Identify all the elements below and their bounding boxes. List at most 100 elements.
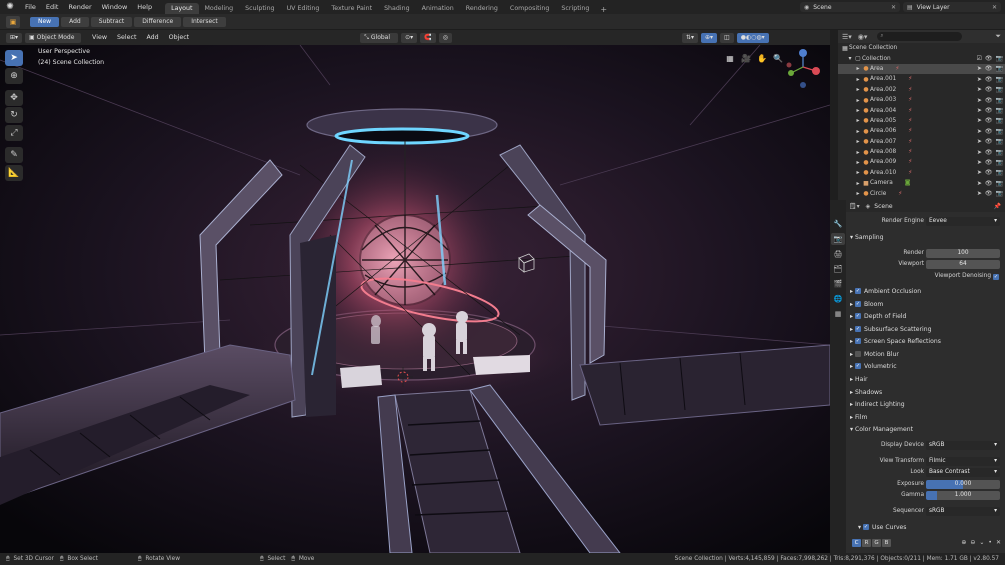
view-layer-tab-icon[interactable]: 🗂 xyxy=(831,263,845,275)
editor-type-icon[interactable]: 🗒▾ xyxy=(849,203,860,210)
camera-icon[interactable]: 📷 xyxy=(996,128,1003,135)
mode-add-button[interactable]: Add xyxy=(61,16,89,27)
camera-icon[interactable]: 📷 xyxy=(996,180,1003,187)
outliner-item[interactable]: ▸ ● Area ⚡ ➤ 👁 📷 xyxy=(838,63,1005,75)
color-management-header[interactable]: ▾ Color Management xyxy=(850,426,913,433)
effect-panel-header[interactable]: ▸ ✓ Screen Space Reflections xyxy=(850,338,941,345)
sampling-panel-header[interactable]: ▾ Sampling xyxy=(850,234,884,241)
collapsed-panel-header[interactable]: ▸ Indirect Lighting xyxy=(850,401,905,408)
tab-texture-paint[interactable]: Texture Paint xyxy=(325,3,378,14)
tool-tab-icon[interactable]: 🔧 xyxy=(831,218,845,230)
outliner-item[interactable]: ▸ ● Area.007 ⚡ ➤ 👁 📷 xyxy=(838,137,1005,147)
tab-shading[interactable]: Shading xyxy=(378,3,416,14)
snap-toggle[interactable]: 🧲 xyxy=(420,32,436,43)
outliner-editor-icon[interactable]: ☰▾ xyxy=(842,33,852,41)
eye-icon[interactable]: 👁 xyxy=(985,65,993,72)
camera-icon[interactable]: 📷 xyxy=(996,117,1003,124)
eye-icon[interactable]: 👁 xyxy=(985,107,993,114)
camera-icon[interactable]: 📷 xyxy=(996,55,1003,62)
orientation-dropdown[interactable]: ⤡ Global ▾ xyxy=(360,32,399,51)
curve-channel-r[interactable]: R xyxy=(862,539,871,547)
menu-object[interactable]: Object xyxy=(164,34,195,41)
menu-file[interactable]: File xyxy=(20,3,41,11)
eye-icon[interactable]: 👁 xyxy=(985,190,993,197)
mode-new-button[interactable]: New xyxy=(30,16,60,27)
view-transform-dropdown[interactable]: Filmic ▾ xyxy=(926,457,1000,466)
gamma-slider[interactable]: 1.000 xyxy=(926,491,1000,500)
camera-icon[interactable]: 📷 xyxy=(996,107,1003,114)
menu-view[interactable]: View xyxy=(87,34,112,41)
select-arrow-icon[interactable]: ➤ xyxy=(977,159,982,166)
tab-compositing[interactable]: Compositing xyxy=(504,3,555,14)
scene-selector[interactable]: ◉ Scene ✕ xyxy=(800,2,900,12)
effect-checkbox[interactable]: ✓ xyxy=(855,338,861,344)
outliner-item[interactable]: ▸ ● Area.004 ⚡ ➤ 👁 📷 xyxy=(838,105,1005,115)
area-divider[interactable] xyxy=(830,30,838,200)
effect-checkbox[interactable] xyxy=(855,350,861,357)
collapsed-panel-header[interactable]: ▸ Hair xyxy=(850,376,868,383)
expand-icon[interactable]: ▸ xyxy=(854,190,862,197)
expand-icon[interactable]: ▸ xyxy=(854,107,862,114)
shading-solid-button[interactable]: ●◐○◍▾ xyxy=(736,32,769,43)
render-engine-dropdown[interactable]: Eevee ▾ xyxy=(926,217,1000,226)
expand-icon[interactable]: ▸ xyxy=(854,138,862,145)
expand-icon[interactable]: ▸ xyxy=(854,86,862,93)
select-arrow-icon[interactable]: ➤ xyxy=(977,97,982,104)
select-arrow-icon[interactable]: ➤ xyxy=(977,65,982,72)
scene-tab-icon[interactable]: 🎬 xyxy=(831,278,845,290)
effect-checkbox[interactable]: ✓ xyxy=(855,300,861,307)
collapsed-panel-header[interactable]: ▸ Film xyxy=(850,414,867,421)
outliner-scene-collection[interactable]: ▦ Scene Collection xyxy=(838,43,1005,53)
effect-panel-header[interactable]: ▸ ✓ Bloom xyxy=(850,300,883,308)
tab-rendering[interactable]: Rendering xyxy=(460,3,504,14)
expand-icon[interactable]: ▸ xyxy=(854,159,862,166)
editor-type-dropdown[interactable]: ⊞▾ xyxy=(6,32,23,43)
add-workspace-button[interactable]: + xyxy=(595,5,612,14)
eye-icon[interactable]: 👁 xyxy=(985,138,993,145)
expand-icon[interactable]: ▸ xyxy=(854,169,862,176)
scale-tool[interactable]: ⤢ xyxy=(5,125,23,141)
camera-icon[interactable]: 📷 xyxy=(996,169,1003,176)
eye-icon[interactable]: 👁 xyxy=(985,180,993,187)
close-icon[interactable]: ✕ xyxy=(992,4,997,11)
collapsed-panel-header[interactable]: ▸ Shadows xyxy=(850,389,882,396)
menu-edit[interactable]: Edit xyxy=(41,3,64,11)
eye-icon[interactable]: 👁 xyxy=(985,97,993,104)
active-tool-icon[interactable]: ▣ xyxy=(6,15,20,28)
exposure-slider[interactable]: 0.000 xyxy=(926,480,1000,489)
effect-panel-header[interactable]: ▸ ✓ Ambient Occlusion xyxy=(850,288,921,295)
viewport-samples-field[interactable]: 64 xyxy=(926,260,1000,269)
camera-icon[interactable]: 📷 xyxy=(996,149,1003,156)
menu-help[interactable]: Help xyxy=(132,3,157,11)
use-curves-header[interactable]: ▾ ✓ Use Curves xyxy=(858,524,906,531)
close-icon[interactable]: ✕ xyxy=(891,4,896,11)
outliner-item[interactable]: ▸ ● Area.003 ⚡ ➤ 👁 📷 xyxy=(838,95,1005,105)
curve-channel-g[interactable]: G xyxy=(872,539,881,547)
pivot-dropdown[interactable]: ⊙▾ xyxy=(401,32,418,43)
zoom-in-icon[interactable]: ⊕ xyxy=(961,539,966,546)
mode-difference-button[interactable]: Difference xyxy=(134,16,182,27)
menu-add[interactable]: Add xyxy=(141,34,163,41)
eye-icon[interactable]: 👁 xyxy=(985,76,993,83)
select-arrow-icon[interactable]: ➤ xyxy=(977,138,982,145)
render-samples-field[interactable]: 100 xyxy=(926,249,1000,258)
menu-window[interactable]: Window xyxy=(97,3,133,11)
view-layer-selector[interactable]: ▤ View Layer ✕ xyxy=(903,2,1001,12)
tab-uv-editing[interactable]: UV Editing xyxy=(281,3,326,14)
filter-icon[interactable]: ⏷ xyxy=(995,32,1001,41)
use-curves-checkbox[interactable]: ✓ xyxy=(863,524,869,530)
close-icon[interactable]: ✕ xyxy=(996,539,1001,546)
xray-toggle[interactable]: ◫ xyxy=(720,32,734,43)
pin-icon[interactable]: 📌 xyxy=(994,203,1001,210)
expand-icon[interactable]: ▸ xyxy=(854,65,862,72)
outliner-search-input[interactable]: ⌕ xyxy=(877,32,963,41)
eye-icon[interactable]: 👁 xyxy=(985,55,993,62)
curve-channel-b[interactable]: B xyxy=(882,539,891,547)
gizmo-toggle[interactable]: ⇅▾ xyxy=(681,32,698,43)
tab-modeling[interactable]: Modeling xyxy=(199,3,240,14)
viewport-denoising-checkbox[interactable]: ✓ xyxy=(993,274,999,280)
eye-icon[interactable]: 👁 xyxy=(985,86,993,93)
outliner-item[interactable]: ▸ ● Area.008 ⚡ ➤ 👁 📷 xyxy=(838,147,1005,157)
select-arrow-icon[interactable]: ➤ xyxy=(977,76,982,83)
camera-icon[interactable]: 📷 xyxy=(996,159,1003,166)
